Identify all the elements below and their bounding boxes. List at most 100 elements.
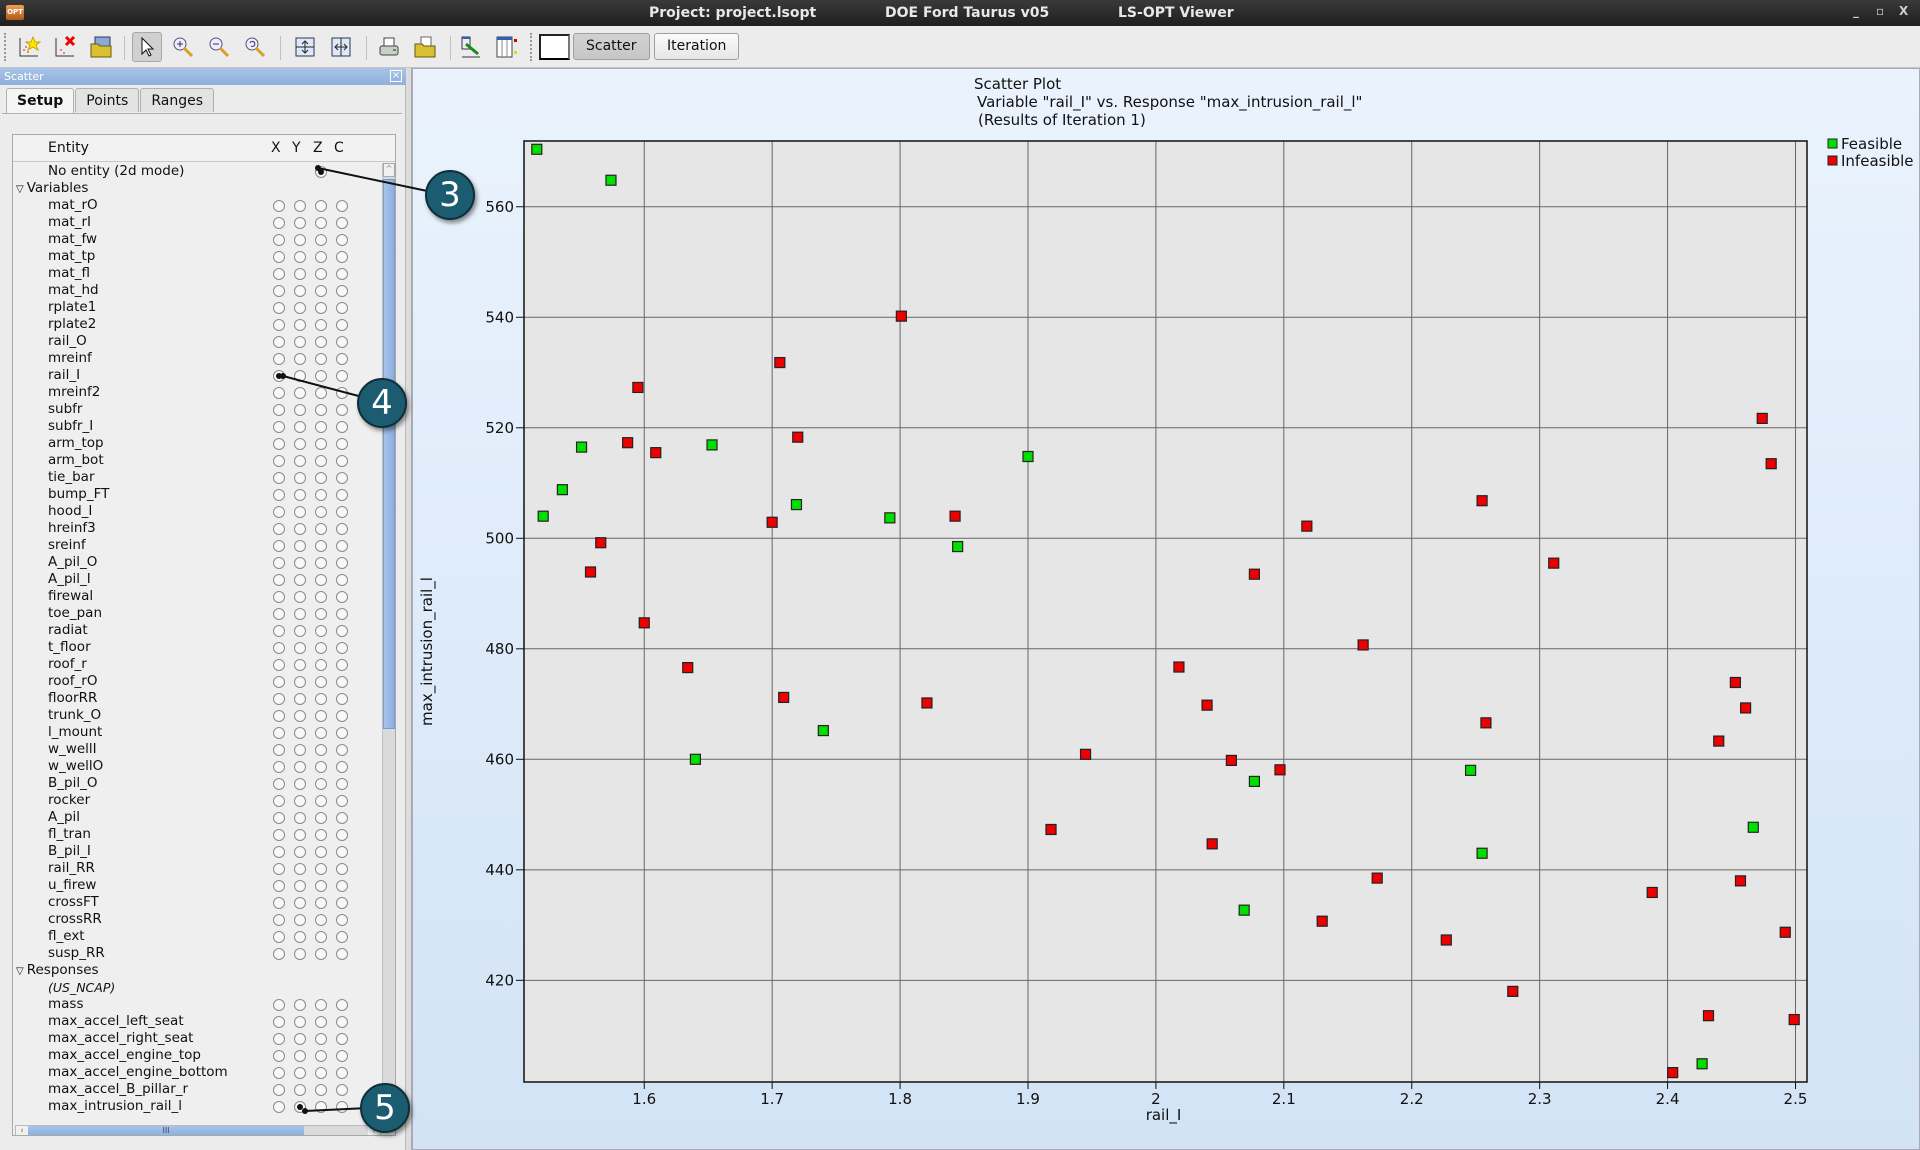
tree-row-variable[interactable]: rplate1 [13, 299, 383, 316]
radio-y[interactable] [294, 472, 306, 484]
tree-row-variable[interactable]: subfr_I [13, 418, 383, 435]
radio-z[interactable] [315, 1033, 327, 1045]
tree-row-variable[interactable]: hreinf3 [13, 520, 383, 537]
feasible-point[interactable] [1248, 775, 1261, 788]
tree-row-response[interactable]: max_intrusion_rail_l [13, 1098, 383, 1115]
radio-x[interactable] [273, 761, 285, 773]
radio-z[interactable] [315, 846, 327, 858]
expand-triangle-icon[interactable]: ▽ [16, 966, 24, 977]
radio-z[interactable] [315, 557, 327, 569]
radio-x[interactable] [273, 489, 285, 501]
radio-z[interactable] [315, 1101, 327, 1113]
infeasible-point[interactable] [1440, 934, 1452, 946]
tree-row-variable[interactable]: B_pil_I [13, 843, 383, 860]
horizontal-scrollbar[interactable]: ‹ III › [15, 1125, 381, 1135]
radio-c[interactable] [336, 455, 348, 467]
tree-row-variable[interactable]: sreinf [13, 537, 383, 554]
radio-c[interactable] [336, 829, 348, 841]
radio-x[interactable] [273, 948, 285, 960]
infeasible-point[interactable] [1667, 1067, 1679, 1079]
infeasible-point[interactable] [1476, 495, 1488, 507]
infeasible-point[interactable] [1507, 985, 1519, 997]
radio-z[interactable] [315, 1084, 327, 1096]
tree-row-variable[interactable]: fl_tran [13, 826, 383, 843]
radio-c[interactable] [336, 1050, 348, 1062]
radio-y[interactable] [294, 812, 306, 824]
tree-row-variable[interactable]: rplate2 [13, 316, 383, 333]
radio-z[interactable] [315, 166, 327, 178]
export-button[interactable] [410, 32, 440, 62]
radio-z[interactable] [315, 251, 327, 263]
tree-row-variable[interactable]: floorRR [13, 690, 383, 707]
radio-y[interactable] [294, 931, 306, 943]
radio-x[interactable] [273, 540, 285, 552]
iteration-mode-button[interactable]: Iteration [654, 33, 740, 60]
radio-x[interactable] [273, 251, 285, 263]
feasible-point[interactable] [1022, 450, 1034, 463]
radio-z[interactable] [315, 234, 327, 246]
radio-y[interactable] [294, 404, 306, 416]
infeasible-point[interactable] [1729, 676, 1741, 689]
tree-row-variable[interactable]: fl_ext [13, 928, 383, 945]
radio-y[interactable] [294, 557, 306, 569]
tree-row-variable[interactable]: crossFT [13, 894, 383, 911]
radio-c[interactable] [336, 574, 348, 586]
radio-y[interactable] [294, 455, 306, 467]
feasible-point[interactable] [1238, 904, 1250, 916]
radio-z[interactable] [315, 693, 327, 705]
feasible-point[interactable] [531, 143, 543, 155]
infeasible-point[interactable] [595, 537, 607, 549]
tab-points[interactable]: Points [75, 88, 140, 112]
radio-x[interactable] [273, 676, 285, 688]
infeasible-point[interactable] [632, 381, 644, 394]
radio-z[interactable] [315, 642, 327, 654]
fit-horizontal-button[interactable] [326, 32, 356, 62]
radio-z[interactable] [315, 914, 327, 926]
column-header-entity[interactable]: Entity [48, 140, 89, 156]
infeasible-point[interactable] [1702, 1010, 1715, 1022]
radio-c[interactable] [336, 387, 348, 399]
radio-y[interactable] [294, 1101, 306, 1113]
scatter-mode-button[interactable]: Scatter [573, 33, 650, 60]
radio-z[interactable] [315, 812, 327, 824]
radio-y[interactable] [294, 625, 306, 637]
zoom-out-button[interactable] [204, 32, 234, 62]
radio-x[interactable] [273, 234, 285, 246]
tree-group-responses[interactable]: ▽ Responses [13, 962, 383, 979]
radio-c[interactable] [336, 1067, 348, 1079]
tab-setup[interactable]: Setup [6, 88, 75, 114]
radio-c[interactable] [336, 642, 348, 654]
radio-c[interactable] [336, 931, 348, 943]
feasible-point[interactable] [575, 441, 588, 453]
infeasible-point[interactable] [1206, 838, 1218, 850]
radio-c[interactable] [336, 744, 348, 756]
radio-z[interactable] [315, 353, 327, 365]
tree-row-variable[interactable]: mat_rI [13, 214, 383, 231]
radio-c[interactable] [336, 285, 348, 297]
group-header[interactable]: ▽ Responses [16, 962, 99, 980]
table-view-button[interactable] [492, 32, 522, 62]
radio-y[interactable] [294, 1084, 306, 1096]
feasible-point[interactable] [689, 753, 702, 765]
radio-z[interactable] [315, 387, 327, 399]
tree-row-no-entity[interactable]: No entity (2d mode) [13, 163, 383, 180]
radio-x[interactable] [273, 1084, 285, 1096]
radio-y[interactable] [294, 489, 306, 501]
radio-z[interactable] [315, 574, 327, 586]
radio-y[interactable] [294, 591, 306, 603]
feasible-point[interactable] [1464, 764, 1477, 776]
radio-y[interactable] [294, 897, 306, 909]
infeasible-point[interactable] [1646, 886, 1658, 899]
radio-c[interactable] [336, 591, 348, 603]
radio-x[interactable] [273, 727, 285, 739]
radio-y[interactable] [294, 795, 306, 807]
infeasible-point[interactable] [1079, 748, 1092, 760]
radio-y[interactable] [294, 829, 306, 841]
infeasible-point[interactable] [895, 310, 907, 322]
tree-row-variable[interactable]: firewal [13, 588, 383, 605]
feasible-point[interactable] [952, 540, 964, 553]
radio-c[interactable] [336, 1084, 348, 1096]
radio-c[interactable] [336, 778, 348, 790]
radio-z[interactable] [315, 1050, 327, 1062]
tree-row-response[interactable]: max_accel_right_seat [13, 1030, 383, 1047]
